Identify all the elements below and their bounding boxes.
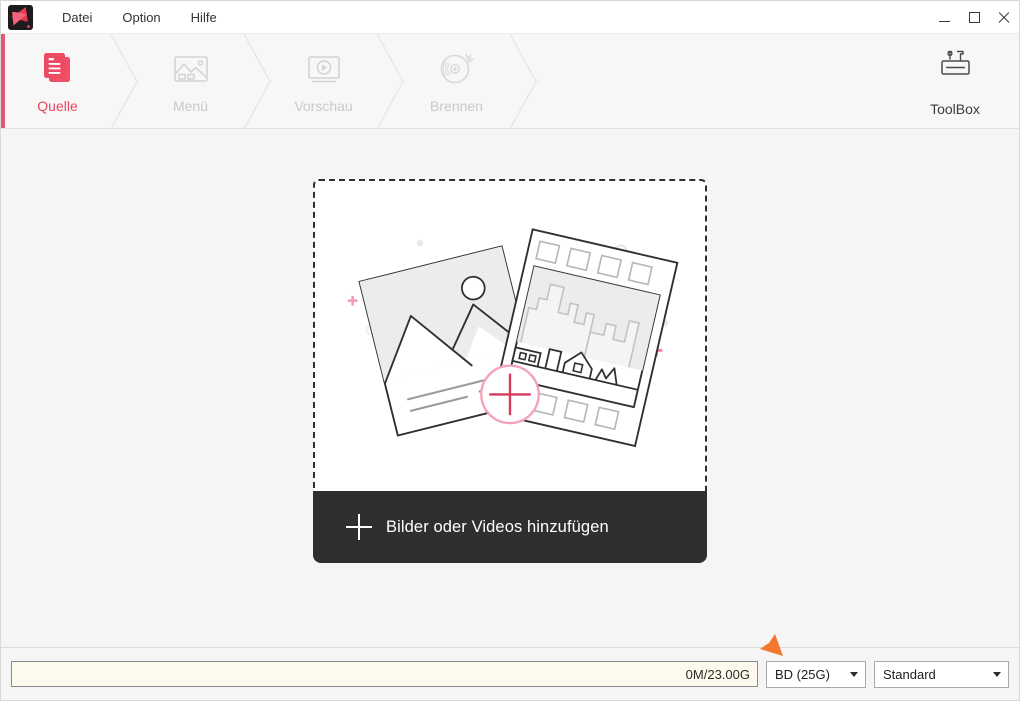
plus-icon <box>346 514 372 540</box>
menu-item-datei[interactable]: Datei <box>47 1 107 34</box>
title-bar: Datei Option Hilfe <box>1 1 1019 34</box>
nav-step-quelle[interactable]: Quelle <box>5 34 110 128</box>
step-separator-1 <box>110 34 138 129</box>
step-separator-3 <box>376 34 404 129</box>
menu-bar: Datei Option Hilfe <box>47 1 232 33</box>
menu-item-hilfe[interactable]: Hilfe <box>176 1 232 34</box>
burning-disc-icon <box>436 48 478 90</box>
toolbox-icon <box>933 46 977 93</box>
bottom-status-bar: 0M/23.00G BD (25G) Standard <box>1 647 1019 700</box>
photos-and-film-illustration <box>347 228 679 448</box>
disc-type-value: BD (25G) <box>775 666 830 682</box>
toolbox-button[interactable]: ToolBox <box>909 34 1001 129</box>
add-media-button[interactable]: Bilder oder Videos hinzufügen <box>313 491 707 563</box>
document-stack-icon <box>38 48 78 90</box>
minimize-icon <box>938 20 950 22</box>
quality-value: Standard <box>883 666 936 682</box>
minimize-button[interactable] <box>929 1 959 34</box>
add-media-label: Bilder oder Videos hinzufügen <box>386 517 609 536</box>
chevron-down-icon[interactable] <box>986 662 1008 687</box>
nav-step-label: Quelle <box>37 98 78 114</box>
disc-type-select[interactable]: BD (25G) <box>766 660 866 688</box>
close-icon <box>998 12 1010 24</box>
nav-step-menu[interactable]: Menü <box>138 34 243 128</box>
toolbox-label: ToolBox <box>930 101 980 117</box>
quality-select[interactable]: Standard <box>874 660 1009 688</box>
add-plus-circle-icon <box>480 364 540 425</box>
maximize-icon <box>968 12 980 23</box>
video-play-icon <box>304 48 344 90</box>
media-dropzone[interactable] <box>313 179 707 491</box>
window-controls <box>929 1 1019 34</box>
nav-step-label: Brennen <box>430 98 483 114</box>
step-separator-4 <box>509 34 537 129</box>
disc-capacity-bar: 0M/23.00G <box>11 661 758 687</box>
nav-step-brennen[interactable]: Brennen <box>404 34 509 128</box>
chevron-down-icon[interactable] <box>843 662 865 687</box>
nav-step-vorschau[interactable]: Vorschau <box>271 34 376 128</box>
menu-item-option[interactable]: Option <box>107 1 175 34</box>
main-content-area: Bilder oder Videos hinzufügen <box>1 129 1019 647</box>
nav-step-label: Vorschau <box>294 98 353 114</box>
step-list: Quelle Menü Vorschau Brennen <box>5 34 537 129</box>
maximize-button[interactable] <box>959 1 989 34</box>
step-separator-2 <box>243 34 271 129</box>
capacity-text: 0M/23.00G <box>685 666 750 682</box>
image-picture-icon <box>171 48 211 90</box>
close-button[interactable] <box>989 1 1019 34</box>
application-window: Datei Option Hilfe Quelle Menü Vorschau … <box>0 0 1020 701</box>
media-drop-card: Bilder oder Videos hinzufügen <box>313 179 707 563</box>
nav-step-label: Menü <box>172 98 209 114</box>
app-logo-icon <box>8 4 33 30</box>
step-navigation-bar: Quelle Menü Vorschau Brennen ToolBox <box>1 34 1019 129</box>
